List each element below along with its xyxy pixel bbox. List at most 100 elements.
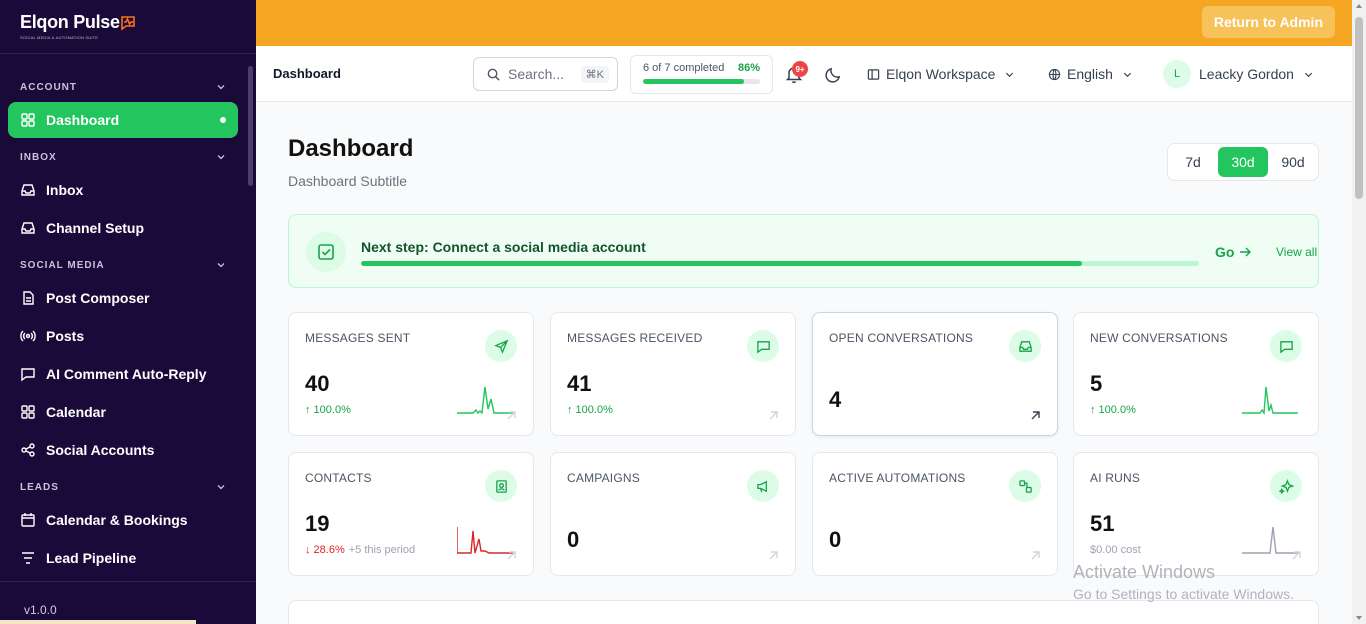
avatar: L (1163, 60, 1191, 88)
stat-card-new-conversations[interactable]: NEW CONVERSATIONS 5 ↑ 100.0% (1073, 312, 1319, 436)
document-icon (23, 291, 34, 305)
arrow-up-right-icon (507, 551, 516, 560)
stat-label: CAMPAIGNS (567, 471, 640, 485)
broadcast-icon (20, 330, 36, 342)
sidebar-item-inbox[interactable]: Inbox (8, 172, 238, 208)
onboarding-progress[interactable]: 6 of 7 completed 86% (630, 55, 773, 94)
stat-card-ai-runs[interactable]: AI RUNS 51 $0.00 cost (1073, 452, 1319, 576)
return-to-admin-button[interactable]: Return to Admin (1201, 6, 1335, 38)
stat-label: CONTACTS (305, 471, 372, 485)
sparkline (457, 386, 513, 415)
sidebar-footer: v1.0.0 (0, 581, 256, 624)
sidebar-section-inbox[interactable]: INBOX (0, 144, 256, 170)
search-input[interactable]: Search... ⌘K (473, 57, 618, 91)
sidebar-section-social-media[interactable]: SOCIAL MEDIA (0, 252, 256, 278)
inbox-icon (1009, 330, 1041, 362)
sparkle-icon (1270, 470, 1302, 502)
sidebar-item-label: Post Composer (46, 290, 150, 306)
content-panel (288, 600, 1319, 624)
watermark-title: Activate Windows (1073, 562, 1216, 582)
stat-label: AI RUNS (1090, 471, 1141, 485)
pipeline-icon (22, 552, 34, 564)
progress-percent: 86% (737, 62, 760, 74)
sidebar-item-label: Calendar & Bookings (46, 512, 188, 528)
sidebar-item-social-accounts[interactable]: Social Accounts (8, 432, 238, 468)
stat-label: NEW CONVERSATIONS (1090, 331, 1228, 345)
next-step-banner: Next step: Connect a social media accoun… (288, 214, 1319, 288)
send-icon (485, 330, 517, 362)
view-all-link[interactable]: View all (1276, 245, 1317, 259)
stat-card-open-conversations[interactable]: OPEN CONVERSATIONS 4 (812, 312, 1058, 436)
sparkline (1242, 386, 1298, 415)
workflow-icon (1009, 470, 1041, 502)
language-selector[interactable]: English (1048, 63, 1133, 85)
scroll-up-arrow[interactable] (1356, 4, 1362, 8)
progress-bar-fill (643, 79, 744, 84)
search-shortcut: ⌘K (580, 65, 609, 83)
sidebar-nav: ACCOUNT Dashboard INBOX Inbox Channel Se… (0, 54, 256, 576)
page-scrollbar[interactable] (1352, 0, 1366, 624)
sidebar-scrollbar[interactable] (248, 66, 253, 186)
next-step-title: Next step: Connect a social media accoun… (361, 239, 646, 255)
logo-tagline: SOCIAL MEDIA & AUTOMATION SUITE (20, 35, 99, 40)
stat-card-campaigns[interactable]: CAMPAIGNS 0 (550, 452, 796, 576)
stat-value: 19 (305, 511, 330, 536)
chevron-down-icon (1304, 72, 1313, 77)
stat-value: 4 (829, 387, 842, 412)
chevron-down-icon (1006, 72, 1014, 77)
workspace-selector[interactable]: Elqon Workspace (867, 63, 1015, 85)
range-30d[interactable]: 30d (1218, 147, 1268, 177)
progress-label: 6 of 7 completed (643, 62, 725, 74)
stat-change: ↑ 100.0% (305, 404, 351, 416)
arrow-up-right-icon (1031, 551, 1040, 560)
user-menu[interactable]: L Leacky Gordon (1163, 60, 1314, 88)
sidebar-item-calendar[interactable]: Calendar (8, 394, 238, 430)
user-name: Leacky Gordon (1199, 66, 1294, 82)
sidebar-item-label: AI Comment Auto-Reply (46, 366, 207, 382)
chevron-down-icon (217, 485, 225, 490)
search-icon (487, 68, 500, 81)
chevron-down-icon (217, 155, 225, 160)
sidebar-item-calendar-bookings[interactable]: Calendar & Bookings (8, 502, 238, 538)
scroll-thumb[interactable] (1355, 17, 1363, 199)
sidebar-item-channel-setup[interactable]: Channel Setup (8, 210, 238, 246)
scroll-down-arrow[interactable] (1356, 616, 1362, 620)
chevron-down-icon (217, 263, 225, 268)
sidebar-item-lead-pipeline[interactable]: Lead Pipeline (8, 540, 238, 576)
sidebar-item-ai-comment-auto-reply[interactable]: AI Comment Auto-Reply (8, 356, 238, 392)
range-90d[interactable]: 90d (1272, 147, 1314, 177)
sidebar-item-dashboard[interactable]: Dashboard (8, 102, 238, 138)
workspace-name: Elqon Workspace (886, 66, 996, 82)
chevron-down-icon (217, 85, 225, 90)
sidebar-item-label: Channel Setup (46, 220, 145, 236)
checkbox-icon (306, 232, 346, 272)
notification-badge: 9+ (792, 61, 808, 77)
section-title: INBOX (20, 151, 57, 163)
stat-card-active-automations[interactable]: ACTIVE AUTOMATIONS 0 (812, 452, 1058, 576)
stat-card-contacts[interactable]: CONTACTS 19 ↓ 28.6% +5 this period (288, 452, 534, 576)
windows-activation-watermark: Activate Windows Go to Settings to activ… (1073, 562, 1294, 602)
sidebar-item-label: Calendar (46, 404, 106, 420)
sparkline (1242, 526, 1298, 554)
chevron-down-icon (1123, 72, 1132, 77)
change-extra: +5 this period (348, 544, 416, 556)
go-link[interactable]: Go (1215, 244, 1252, 260)
next-step-progress-fill (361, 261, 1082, 266)
language-name: English (1067, 66, 1113, 82)
stat-card-messages-received[interactable]: MESSAGES RECEIVED 41 ↑ 100.0% (550, 312, 796, 436)
megaphone-icon (747, 470, 779, 502)
sidebar-item-label: Lead Pipeline (46, 550, 137, 566)
app-logo[interactable]: Elqon Pulse SOCIAL MEDIA & AUTOMATION SU… (0, 0, 256, 54)
sidebar-item-post-composer[interactable]: Post Composer (8, 280, 238, 316)
inbox-icon (21, 222, 35, 234)
sidebar-item-posts[interactable]: Posts (8, 318, 238, 354)
stat-label: OPEN CONVERSATIONS (829, 331, 974, 345)
stat-card-messages-sent[interactable]: MESSAGES SENT 40 ↑ 100.0% (288, 312, 534, 436)
sparkline (457, 527, 513, 554)
sidebar-item-label: Posts (46, 328, 85, 344)
sidebar-section-leads[interactable]: LEADS (0, 474, 256, 500)
stat-value: 51 (1090, 511, 1115, 536)
range-7d[interactable]: 7d (1172, 147, 1214, 177)
moon-icon[interactable] (824, 65, 843, 84)
sidebar-section-account[interactable]: ACCOUNT (0, 74, 256, 100)
